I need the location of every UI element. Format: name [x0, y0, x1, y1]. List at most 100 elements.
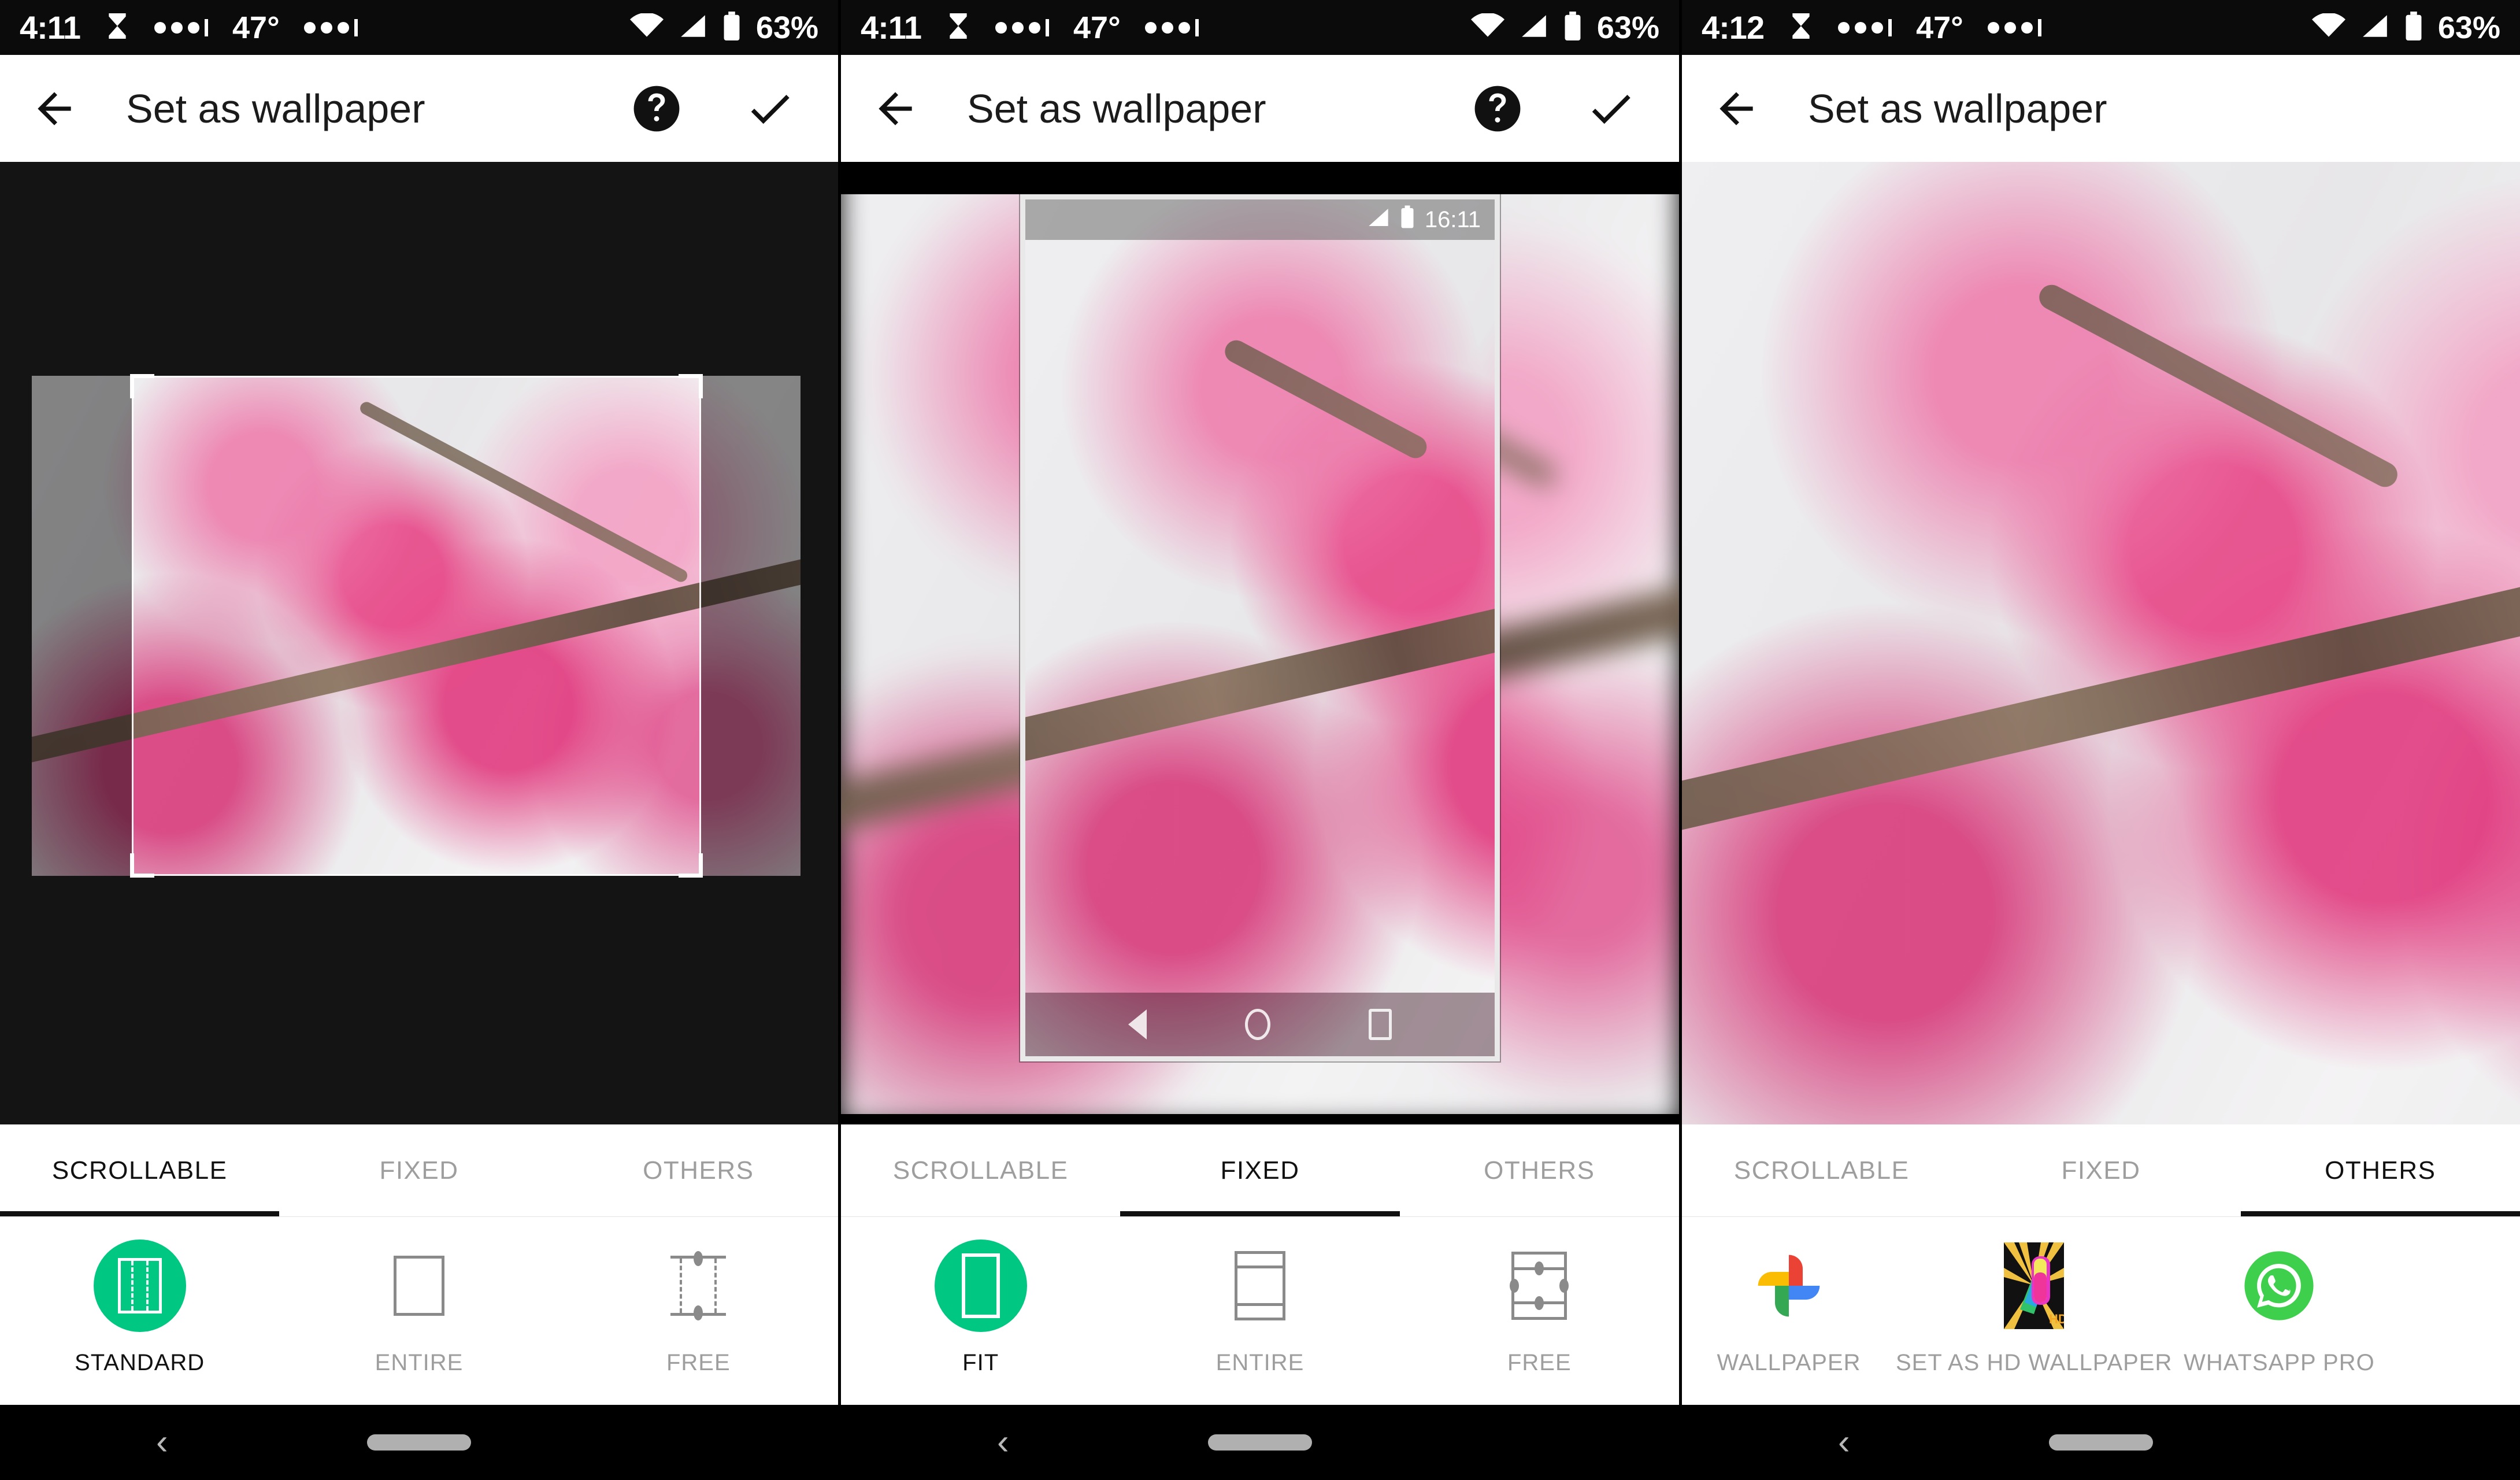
wallpaper-preview-area[interactable]: [1682, 162, 2520, 1124]
option-free[interactable]: FREE: [1400, 1237, 1679, 1376]
fit-crop-icon: [932, 1237, 1030, 1335]
phone-preview-frame[interactable]: 16:11: [1020, 194, 1500, 1061]
status-temp: 47°: [232, 10, 280, 45]
page-title: Set as wallpaper: [1808, 86, 2107, 131]
back-triangle-icon: [1128, 1009, 1147, 1039]
hourglass-icon: [1788, 12, 1814, 43]
signal-icon: [1367, 207, 1390, 233]
free-crop-icon: [649, 1237, 747, 1335]
help-circle-icon[interactable]: [629, 81, 684, 136]
option-entire[interactable]: ENTIRE: [279, 1237, 558, 1376]
share-target-options: WALLPAPER H SET AS HD WALLPAPER WHATSAPP…: [1682, 1217, 2520, 1405]
home-pill-indicator[interactable]: [367, 1434, 471, 1451]
entire-crop-icon: [370, 1237, 468, 1335]
panel-others: 4:12 47° 63% Set as wallpaper SCROLLABLE…: [1682, 0, 2520, 1480]
crop-handle-top-left[interactable]: [130, 374, 154, 398]
status-time: 4:12: [1702, 9, 1765, 46]
back-arrow-icon[interactable]: [27, 81, 82, 136]
wallpaper-preview-area[interactable]: 16:11: [841, 162, 1679, 1124]
whatsapp-icon: [2230, 1237, 2328, 1335]
wallpaper-image: [1682, 162, 2520, 1124]
option-label: FIT: [962, 1350, 999, 1375]
status-bar: 4:11 47° 63%: [841, 0, 1679, 55]
app-toolbar: Set as wallpaper: [841, 55, 1679, 162]
option-free[interactable]: FREE: [559, 1237, 838, 1376]
status-battery-percent: 63%: [2437, 10, 2500, 45]
option-wallpaper[interactable]: WALLPAPER: [1682, 1237, 1896, 1376]
tab-others[interactable]: OTHERS: [2240, 1124, 2520, 1216]
battery-icon: [722, 12, 741, 43]
help-circle-icon[interactable]: [1470, 81, 1525, 136]
back-arrow-icon[interactable]: [1709, 81, 1764, 136]
signal-icon: [679, 13, 707, 42]
back-chevron-icon[interactable]: ‹: [156, 1424, 168, 1460]
option-label: FREE: [666, 1350, 731, 1375]
option-whatsapp-pro[interactable]: WHATSAPP PRO: [2172, 1237, 2386, 1376]
status-battery-percent: 63%: [755, 10, 818, 45]
option-set-as-hd-wallpaper[interactable]: HD SET AS HD WALLPAPER: [1896, 1237, 2172, 1376]
panel-scrollable: 4:11 47° 63% Set as wallpaper SCROLLABLE…: [0, 0, 838, 1480]
tab-fixed[interactable]: FIXED: [1961, 1124, 2240, 1216]
status-bar: 4:12 47° 63%: [1682, 0, 2520, 55]
mode-tabs: SCROLLABLE FIXED OTHERS: [0, 1124, 838, 1217]
home-pill-indicator[interactable]: [2049, 1434, 2153, 1451]
dots-icon: [1987, 18, 2041, 36]
tab-fixed[interactable]: FIXED: [1120, 1124, 1400, 1216]
hd-wallpaper-app-icon: HD: [1985, 1237, 2083, 1335]
check-icon[interactable]: [742, 81, 798, 136]
battery-icon: [1400, 205, 1414, 234]
dots-icon: [1144, 18, 1199, 36]
home-circle-icon: [1245, 1009, 1270, 1040]
gesture-nav-bar: ‹: [841, 1405, 1679, 1480]
recents-square-icon: [1369, 1009, 1392, 1040]
tab-scrollable[interactable]: SCROLLABLE: [1682, 1124, 1961, 1216]
status-battery-percent: 63%: [1596, 10, 1659, 45]
tab-fixed[interactable]: FIXED: [279, 1124, 558, 1216]
preview-letterbox-bottom: [841, 1114, 1679, 1124]
svg-text:HD: HD: [2049, 1312, 2064, 1326]
gesture-nav-bar: ‹: [1682, 1405, 2520, 1480]
mode-tabs: SCROLLABLE FIXED OTHERS: [1682, 1124, 2520, 1217]
option-label: FREE: [1507, 1350, 1572, 1375]
tab-others[interactable]: OTHERS: [1400, 1124, 1679, 1216]
option-standard[interactable]: STANDARD: [0, 1237, 279, 1376]
option-label: WHATSAPP PRO: [2184, 1350, 2375, 1375]
mode-tabs: SCROLLABLE FIXED OTHERS: [841, 1124, 1679, 1217]
wallpaper-image: [1025, 199, 1495, 1056]
app-toolbar: Set as wallpaper: [1682, 55, 2520, 162]
crop-handle-bottom-left[interactable]: [130, 853, 154, 878]
option-fit[interactable]: FIT: [841, 1237, 1120, 1376]
free-crop-icon: [1490, 1237, 1588, 1335]
crop-handle-bottom-right[interactable]: [679, 853, 703, 878]
tab-scrollable[interactable]: SCROLLABLE: [0, 1124, 280, 1216]
option-label: ENTIRE: [1215, 1350, 1305, 1375]
preview-time: 16:11: [1424, 206, 1481, 232]
tab-others[interactable]: OTHERS: [559, 1124, 838, 1216]
dots-icon: [995, 18, 1049, 36]
status-time: 4:11: [20, 9, 81, 46]
dots-icon: [1838, 18, 1892, 36]
wifi-icon: [629, 12, 664, 42]
option-entire[interactable]: ENTIRE: [1120, 1237, 1399, 1376]
panel-fixed: 4:11 47° 63% Set as wallpaper 16:11 SCRO…: [841, 0, 1679, 1480]
back-chevron-icon[interactable]: ‹: [997, 1424, 1009, 1460]
check-icon[interactable]: [1583, 81, 1639, 136]
crop-dim-right: [701, 376, 801, 876]
status-bar: 4:11 47° 63%: [0, 0, 838, 55]
back-arrow-icon[interactable]: [868, 81, 923, 136]
status-time: 4:11: [861, 9, 922, 46]
crop-selection[interactable]: [130, 374, 703, 878]
option-label: STANDARD: [75, 1350, 205, 1375]
preview-status-bar: 16:11: [1025, 199, 1495, 240]
battery-icon: [1563, 12, 1582, 43]
crop-handle-top-right[interactable]: [679, 374, 703, 398]
home-pill-indicator[interactable]: [1208, 1434, 1312, 1451]
crop-options: FIT ENTIRE FREE: [841, 1217, 1679, 1405]
option-label: SET AS HD WALLPAPER: [1896, 1350, 2173, 1375]
page-title: Set as wallpaper: [126, 86, 425, 131]
wallpaper-crop-area[interactable]: [0, 162, 838, 1124]
google-photos-icon: [1740, 1237, 1838, 1335]
back-chevron-icon[interactable]: ‹: [1838, 1424, 1850, 1460]
tab-scrollable[interactable]: SCROLLABLE: [841, 1124, 1120, 1216]
hourglass-icon: [946, 12, 971, 43]
